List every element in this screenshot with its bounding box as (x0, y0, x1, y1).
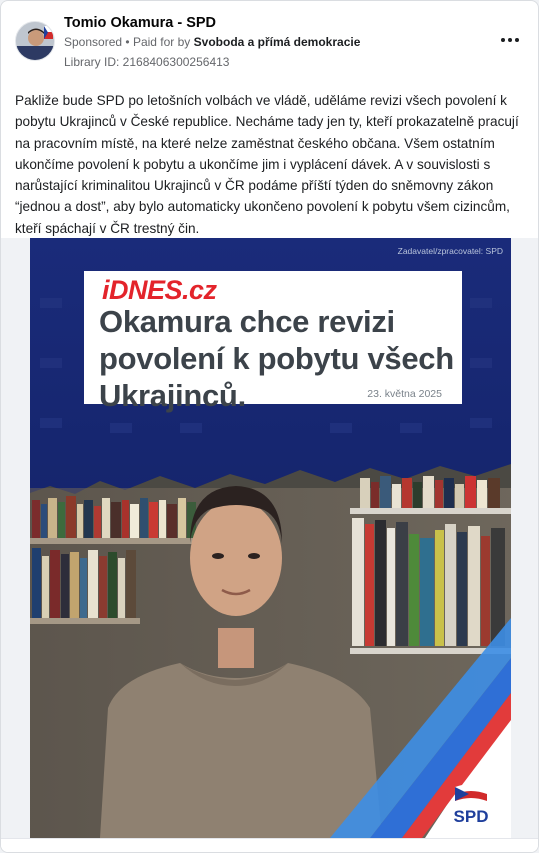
library-id: Library ID: 2168406300256413 (64, 55, 230, 69)
creative-sponsor-note: Zadavatel/zpracovatel: SPD (397, 246, 503, 256)
ad-creative-image[interactable]: Zadavatel/zpracovatel: SPD iDNES.cz Okam… (30, 238, 511, 838)
post-body-text: Pakliže bude SPD po letošních volbách ve… (15, 93, 519, 236)
post-header: Tomio Okamura - SPD Sponsored • Paid for… (1, 1, 538, 81)
meta-separator: • (125, 35, 130, 49)
page-avatar[interactable] (15, 21, 55, 61)
page-name-link[interactable]: Tomio Okamura - SPD (64, 15, 216, 31)
czech-flag-icon (455, 784, 487, 801)
spd-party-logo: SPD (443, 781, 499, 831)
ad-post-card: Tomio Okamura - SPD Sponsored • Paid for… (0, 0, 539, 853)
sponsored-meta: Sponsored • Paid for by Svoboda a přímá … (64, 35, 360, 49)
sponsored-label: Sponsored (64, 35, 123, 49)
article-date: 23. května 2025 (367, 388, 442, 400)
paid-for-label: Paid for by (132, 35, 191, 49)
more-dot (508, 38, 512, 42)
news-headline-box: iDNES.cz Okamura chce revizi povolení k … (84, 271, 462, 413)
spd-logo-text: SPD (453, 807, 489, 826)
ad-creative-container[interactable]: Zadavatel/zpracovatel: SPD iDNES.cz Okam… (1, 238, 538, 838)
post-footer-divider (1, 838, 538, 852)
more-dot (501, 38, 505, 42)
more-dot (515, 38, 519, 42)
idnes-logo: iDNES.cz (102, 275, 217, 305)
payer-link[interactable]: Svoboda a přímá demokracie (194, 35, 361, 49)
avatar-image (16, 22, 54, 60)
more-horizontal-icon[interactable] (498, 28, 522, 52)
